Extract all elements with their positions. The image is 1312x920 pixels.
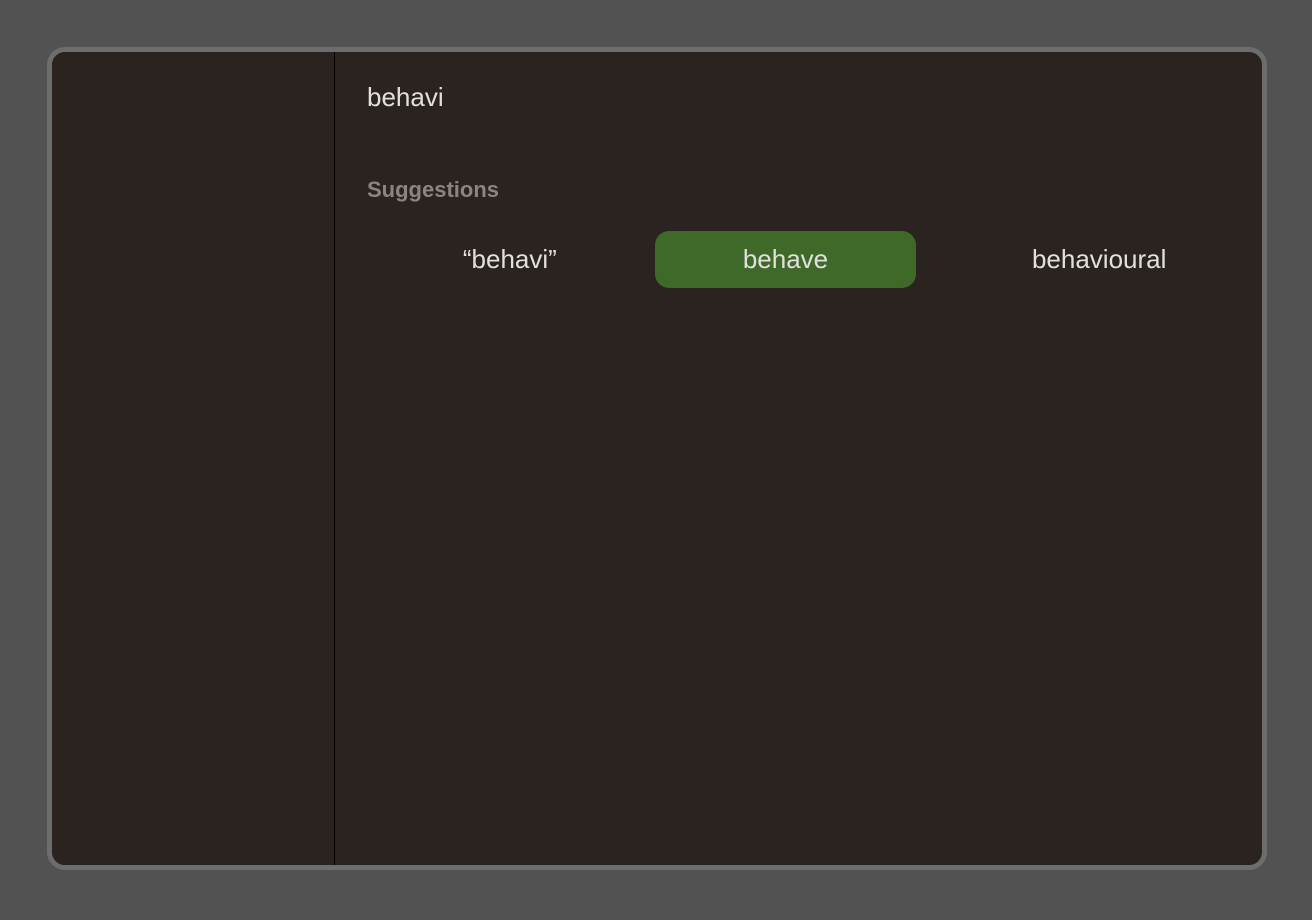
search-input[interactable] xyxy=(367,82,1230,113)
suggestion-item-selected[interactable]: behave xyxy=(655,231,917,288)
suggestions-row: “behavi” behave behavioural xyxy=(367,231,1230,288)
suggestion-item-literal[interactable]: “behavi” xyxy=(379,231,641,288)
dictionary-lookup-window: Suggestions “behavi” behave behavioural xyxy=(47,47,1267,870)
suggestion-item[interactable]: behavioural xyxy=(968,231,1230,288)
main-panel: Suggestions “behavi” behave behavioural xyxy=(335,52,1262,865)
suggestions-heading: Suggestions xyxy=(367,177,1230,203)
sidebar xyxy=(52,52,335,865)
